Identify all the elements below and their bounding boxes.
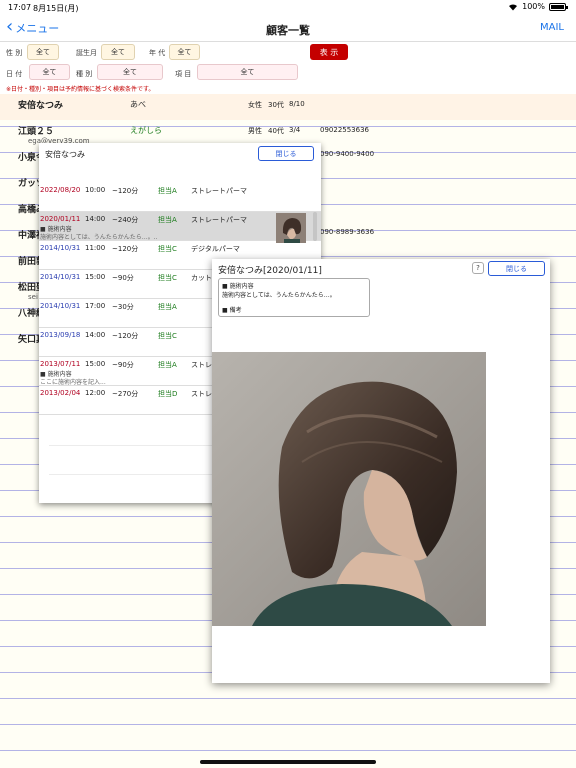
memo-heading: ■ 施術内容: [222, 283, 254, 290]
customer-row[interactable]: 安倍なつみ あべ 女性 30代 8/10: [0, 94, 576, 120]
customer-row[interactable]: 江頭２５ えがしら 男性 40代 3/4 09022553636 ega@ver…: [0, 121, 576, 145]
history-time: 12:00: [85, 389, 106, 397]
history-time: 15:00: [85, 360, 106, 368]
customer-age: 40代: [268, 127, 284, 135]
history-time: 14:00: [85, 215, 106, 223]
history-time: 10:00: [85, 186, 106, 194]
status-date: 8月15日(月): [33, 4, 79, 13]
history-date: 2014/10/31: [40, 302, 81, 310]
history-duration: ~120分: [112, 187, 139, 195]
help-button[interactable]: ?: [472, 262, 484, 274]
customer-phone: 090-8989-3636: [320, 228, 375, 236]
memo-box[interactable]: ■ 施術内容 施術内容としては、うんたらかんたら…。 ■ 備考: [218, 278, 370, 317]
history-time: 11:00: [85, 244, 106, 252]
history-duration: ~90分: [112, 274, 134, 282]
detail-close-button[interactable]: 閉じる: [488, 261, 545, 276]
gender-select[interactable]: 全て: [27, 44, 59, 60]
history-duration: ~120分: [112, 245, 139, 253]
history-duration: ~120分: [112, 332, 139, 340]
customer-phone: 09022553636: [320, 126, 369, 134]
history-staff: 担当A: [158, 303, 177, 311]
type-select[interactable]: 全て: [97, 64, 163, 80]
history-note-text: 施術内容としては、うんたらかんたら…。..: [40, 234, 158, 241]
remarks-heading: ■ 備考: [222, 307, 242, 314]
history-row[interactable]: 2022/08/20 10:00 ~120分 担当A ストレートパーマ: [39, 183, 321, 212]
home-indicator[interactable]: [200, 760, 376, 764]
history-close-button[interactable]: 閉じる: [258, 146, 314, 161]
memo-text: 施術内容としては、うんたらかんたら…。: [222, 292, 336, 299]
history-staff: 担当A: [158, 187, 177, 195]
filter-note: ※日付・種別・項目は予約情報に基づく検索条件です。: [6, 86, 155, 93]
status-bar: 17:07 8月15日(月) 100%: [0, 0, 576, 14]
page-title: 顧客一覧: [266, 24, 310, 37]
history-time: 15:00: [85, 273, 106, 281]
history-row-selected[interactable]: 2020/01/11 14:00 ~240分 担当A ストレートパーマ ■ 施術…: [39, 212, 321, 243]
customer-name: 江頭２５: [18, 127, 55, 137]
history-staff: 担当D: [158, 390, 178, 398]
history-time: 17:00: [85, 302, 106, 310]
history-staff: 担当A: [158, 361, 177, 369]
history-staff: 担当C: [158, 274, 177, 282]
gender-label: 性 別: [6, 49, 23, 57]
customer-name: 安倍なつみ: [18, 101, 64, 111]
nav-bar: ‹ メニュー 顧客一覧 MAIL: [0, 14, 576, 42]
detail-title: 安倍なつみ[2020/01/11]: [218, 266, 322, 276]
battery-icon: [549, 2, 568, 11]
date-label: 日 付: [6, 70, 23, 78]
date-select[interactable]: 全て: [29, 64, 70, 80]
wifi-icon: [509, 3, 518, 11]
status-time: 17:07: [8, 3, 32, 12]
item-select[interactable]: 全て: [197, 64, 298, 80]
history-date: 2020/01/11: [40, 215, 81, 223]
hair-photo[interactable]: [212, 352, 486, 626]
customer-age: 30代: [268, 101, 284, 109]
type-label: 種 別: [76, 70, 93, 78]
history-staff: 担当C: [158, 245, 177, 253]
history-date: 2014/10/31: [40, 273, 81, 281]
history-duration: ~240分: [112, 216, 139, 224]
customer-gender: 女性: [248, 101, 262, 109]
customer-email: sei: [28, 293, 38, 301]
history-date: 2013/02/04: [40, 389, 81, 397]
filter-panel: 性 別 全て 誕生月 全て 年 代 全て 表 示 日 付 全て 種 別 全て 項…: [0, 42, 576, 94]
status-right: 100%: [508, 2, 568, 11]
birth-month-select[interactable]: 全て: [101, 44, 135, 60]
customer-phone: 090-9400-9400: [320, 150, 375, 158]
item-label: 項 目: [175, 70, 192, 78]
history-note-text: ここに施術内容を記入...: [40, 379, 106, 386]
history-duration: ~270分: [112, 390, 139, 398]
detail-popup: 安倍なつみ[2020/01/11] ? 閉じる ■ 施術内容 施術内容としては、…: [212, 259, 550, 683]
history-date: 2013/07/11: [40, 360, 81, 368]
hair-photo-thumbnail[interactable]: [276, 213, 306, 243]
show-button[interactable]: 表 示: [310, 44, 348, 60]
history-duration: ~90分: [112, 361, 134, 369]
history-date: 2022/08/20: [40, 186, 81, 194]
mail-button[interactable]: MAIL: [540, 22, 564, 33]
age-label: 年 代: [149, 49, 166, 57]
customer-birthday: 3/4: [289, 126, 301, 134]
history-menu: ストレートパーマ: [191, 216, 247, 224]
history-date: 2014/10/31: [40, 244, 81, 252]
customer-kana: あべ: [130, 100, 146, 109]
history-menu: ストレートパーマ: [191, 187, 247, 195]
history-time: 14:00: [85, 331, 106, 339]
customer-gender: 男性: [248, 127, 262, 135]
battery-percent: 100%: [522, 2, 545, 11]
history-menu: デジタルパーマ: [191, 245, 240, 253]
history-staff: 担当C: [158, 332, 177, 340]
history-date: 2013/09/18: [40, 331, 81, 339]
history-staff: 担当A: [158, 216, 177, 224]
birth-month-label: 誕生月: [76, 49, 97, 57]
history-title: 安倍なつみ: [45, 150, 85, 159]
age-select[interactable]: 全て: [169, 44, 200, 60]
customer-birthday: 8/10: [289, 100, 305, 108]
history-duration: ~30分: [112, 303, 134, 311]
history-scrollbar[interactable]: [313, 212, 317, 241]
customer-kana: えがしら: [130, 126, 162, 135]
